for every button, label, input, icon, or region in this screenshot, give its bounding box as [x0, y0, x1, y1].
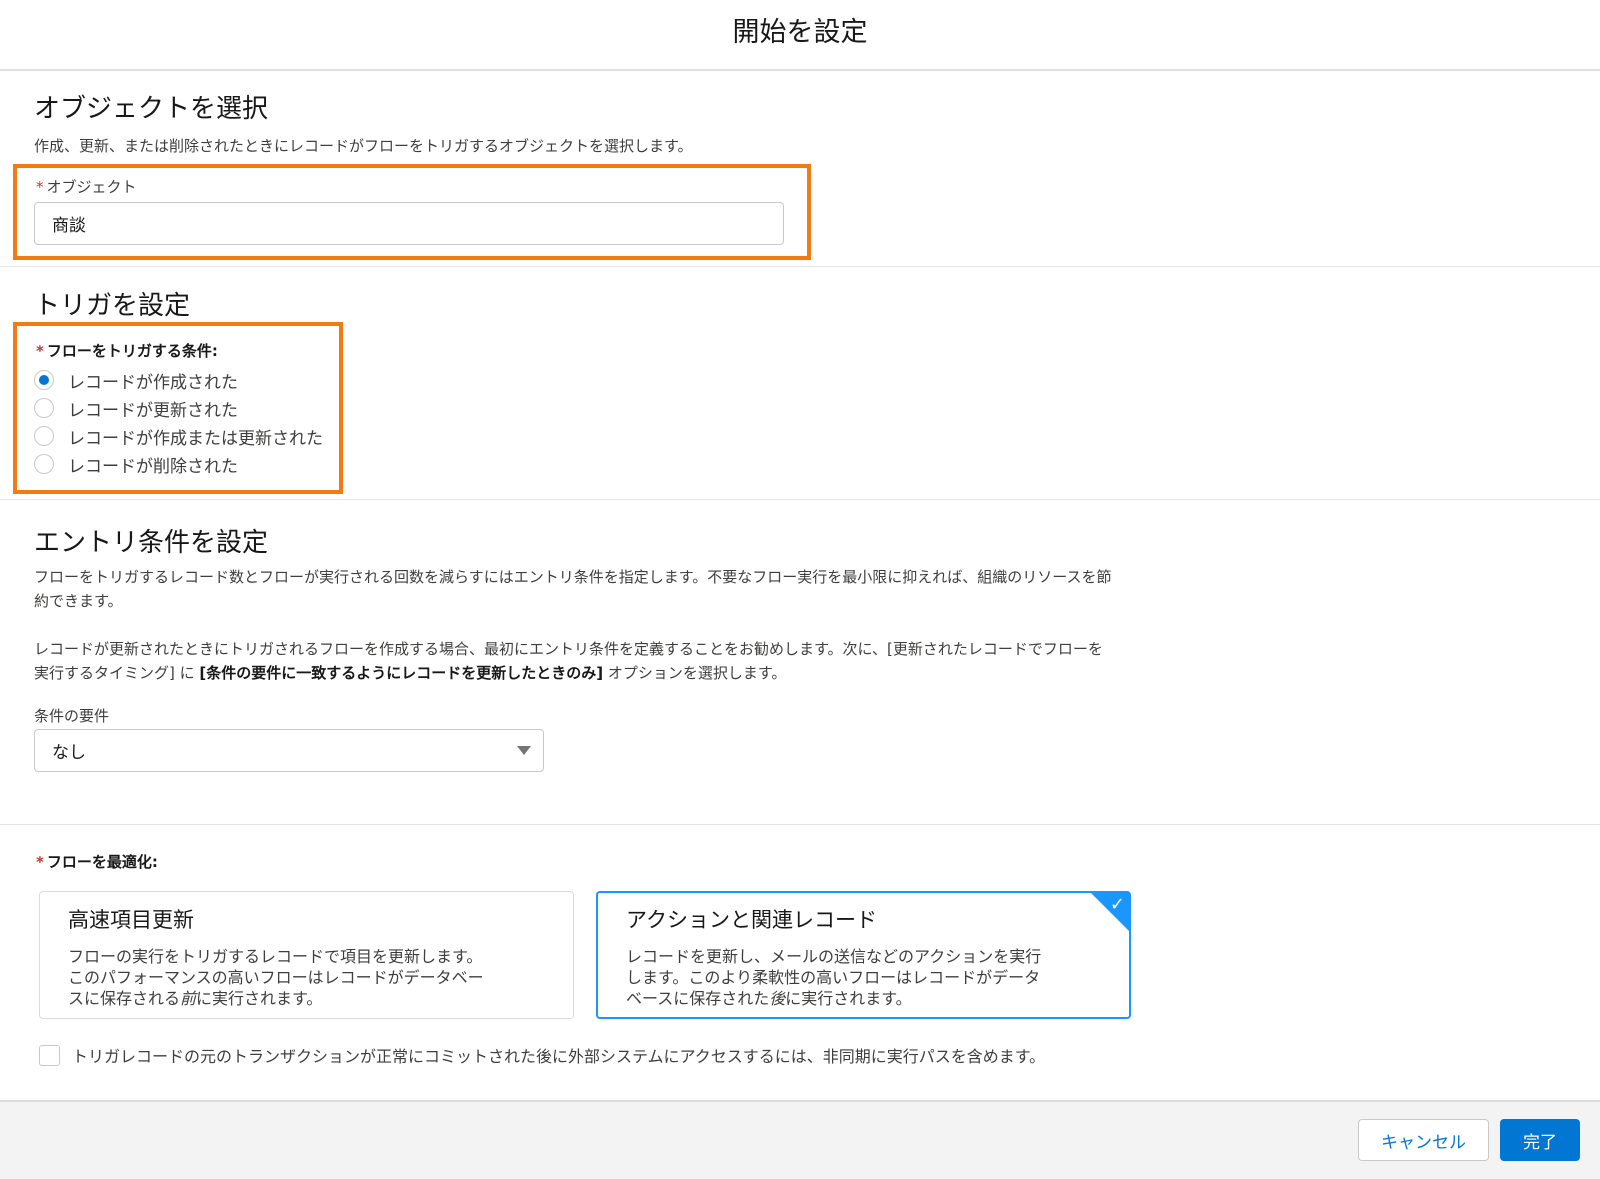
modal-title: 開始を設定 — [732, 17, 868, 48]
condition-label: 条件の要件 — [34, 707, 110, 725]
entry-section-title: エントリ条件を設定 — [34, 528, 269, 558]
radio-button[interactable] — [34, 370, 54, 390]
radio-option-deleted[interactable]: レコードが削除された — [34, 450, 323, 478]
section-divider — [0, 499, 1600, 500]
radio-label: レコードが削除された — [68, 456, 238, 477]
card-title: 高速項目更新 — [68, 908, 194, 932]
condition-select-value: なし — [52, 743, 86, 763]
modal-footer: キャンセル 完了 — [0, 1100, 1600, 1179]
trigger-radio-group: レコードが作成された レコードが更新された レコードが作成または更新された レコ… — [34, 366, 323, 478]
condition-select[interactable]: なし — [34, 729, 544, 772]
async-path-option[interactable]: トリガレコードの元のトランザクションが正常にコミットされた後に外部システムにアク… — [39, 1043, 1045, 1067]
actions-related-records-card[interactable]: ✓ アクションと関連レコード レコードを更新し、メールの送信などのアクションを実… — [596, 891, 1131, 1019]
card-description: フローの実行をトリガするレコードで項目を更新します。 このパフォーマンスの高いフ… — [68, 947, 484, 1008]
object-input[interactable]: 商談 — [34, 202, 784, 245]
fast-field-update-card[interactable]: 高速項目更新 フローの実行をトリガするレコードで項目を更新します。 このパフォー… — [39, 891, 574, 1019]
radio-option-updated[interactable]: レコードが更新された — [34, 394, 323, 422]
radio-button[interactable] — [34, 454, 54, 474]
trigger-group-label: * フローをトリガする条件: — [36, 342, 218, 360]
section-divider — [0, 824, 1600, 825]
caret-down-icon — [517, 746, 531, 755]
async-checkbox[interactable] — [39, 1044, 60, 1066]
entry-description-1: フローをトリガするレコード数とフローが実行される回数を減らすにはエントリ条件を指… — [34, 568, 1112, 610]
radio-option-created[interactable]: レコードが作成された — [34, 366, 323, 394]
radio-option-created-or-updated[interactable]: レコードが作成または更新された — [34, 422, 323, 450]
modal-header: 開始を設定 — [0, 0, 1600, 71]
object-section-title: オブジェクトを選択 — [34, 94, 269, 124]
trigger-section-title: トリガを設定 — [34, 291, 191, 321]
done-button[interactable]: 完了 — [1500, 1119, 1580, 1161]
radio-label: レコードが更新された — [68, 400, 238, 421]
object-section-description: 作成、更新、または削除されたときにレコードがフローをトリガするオブジェクトを選択… — [34, 137, 693, 155]
check-icon: ✓ — [1109, 894, 1125, 915]
optimize-label: * フローを最適化: — [36, 853, 158, 871]
radio-label: レコードが作成または更新された — [68, 428, 323, 449]
async-checkbox-label: トリガレコードの元のトランザクションが正常にコミットされた後に外部システムにアク… — [72, 1047, 1046, 1066]
radio-label: レコードが作成された — [68, 372, 238, 393]
object-input-value: 商談 — [52, 216, 86, 236]
radio-button[interactable] — [34, 426, 54, 446]
card-description: レコードを更新し、メールの送信などのアクションを実行 します。このより柔軟性の高… — [626, 947, 1042, 1008]
card-title: アクションと関連レコード — [626, 908, 877, 932]
cancel-button[interactable]: キャンセル — [1358, 1119, 1489, 1161]
entry-description-2: レコードが更新されたときにトリガされるフローを作成する場合、最初にエントリ条件を… — [34, 640, 1103, 682]
radio-button[interactable] — [34, 398, 54, 418]
object-field-label: * オブジェクト — [36, 178, 137, 196]
section-divider — [0, 266, 1600, 267]
